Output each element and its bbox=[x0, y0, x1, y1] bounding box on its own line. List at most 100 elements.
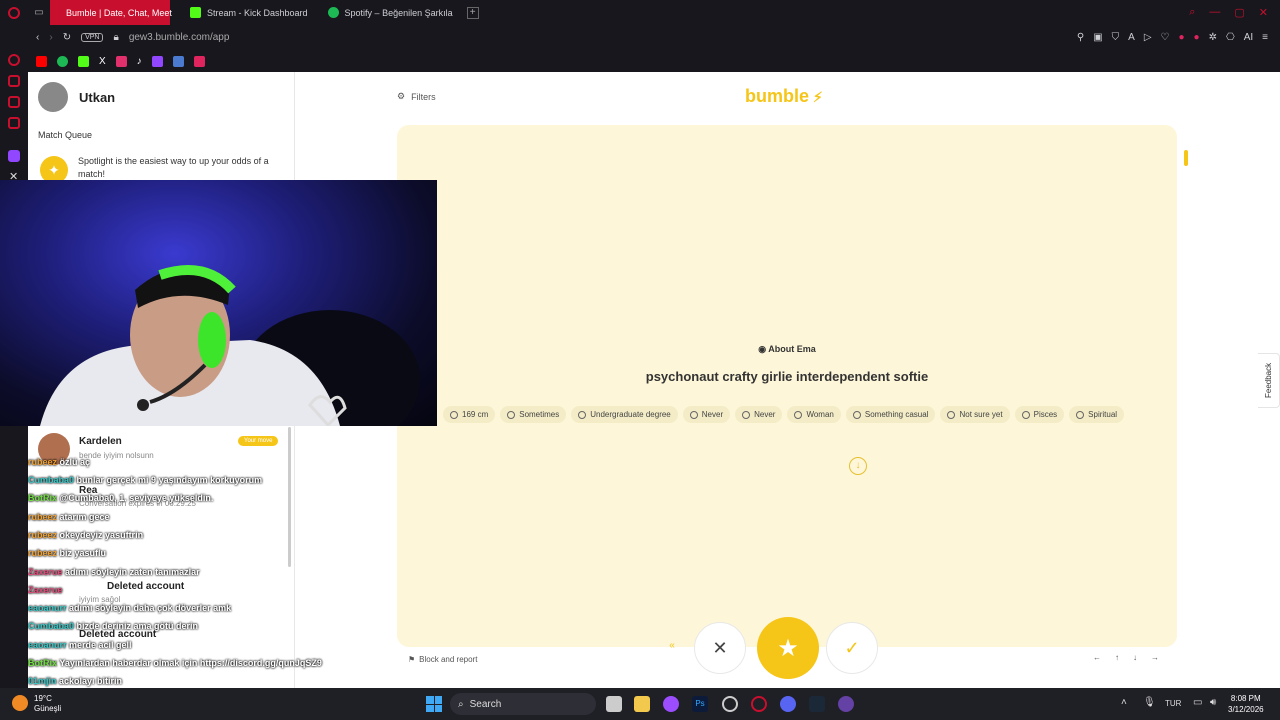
chip-star-sign: Pisces bbox=[1014, 406, 1065, 423]
conversation-name[interactable]: Deleted account bbox=[107, 581, 184, 592]
url-field[interactable]: gew3.bumble.com/app bbox=[129, 32, 230, 43]
bookmarks-bar: X ♪ bbox=[28, 50, 1280, 72]
tiktok-icon[interactable]: ♪ bbox=[137, 56, 142, 67]
maximize-icon[interactable]: ▢ bbox=[1234, 6, 1244, 19]
chip-looking-for: Something casual bbox=[845, 406, 936, 423]
x-twitter-icon[interactable]: X bbox=[99, 56, 106, 67]
forward-icon[interactable]: › bbox=[49, 32, 52, 43]
spotify-icon[interactable] bbox=[57, 55, 68, 67]
twitch-icon[interactable] bbox=[151, 55, 163, 67]
file-explorer-icon[interactable] bbox=[634, 696, 650, 712]
tab-bumble[interactable]: Bumble | Date, Chat, Meet bbox=[50, 0, 172, 25]
gx-icon[interactable] bbox=[8, 117, 20, 129]
wallet-icon[interactable]: ⎔ bbox=[1226, 32, 1235, 43]
opera-gx-icon[interactable] bbox=[751, 696, 767, 712]
up-arrow-icon: ↑ bbox=[1115, 653, 1119, 662]
streaming-app-icon[interactable] bbox=[838, 696, 854, 712]
chat-message: 01mjin ackolayı bitirin bbox=[28, 676, 123, 686]
your-move-badge: Your move bbox=[238, 436, 279, 446]
weather-condition: Güneşli bbox=[34, 704, 62, 713]
microphone-icon[interactable]: 🎙︎ bbox=[1143, 697, 1156, 708]
weather-widget[interactable]: 19°C Güneşli bbox=[34, 694, 61, 714]
menu-icon[interactable]: ≡ bbox=[1262, 32, 1268, 43]
youtube-icon[interactable] bbox=[36, 55, 47, 67]
opera-logo-icon[interactable] bbox=[0, 0, 28, 25]
conversation-snippet: bende iyiyim nolsunn bbox=[79, 451, 154, 460]
play-icon[interactable]: ▷ bbox=[1144, 32, 1152, 43]
chat-message: eaoanurr merde acil gell bbox=[28, 640, 132, 650]
history-icon[interactable] bbox=[8, 54, 20, 66]
tab-label: Stream - Kick Dashboard bbox=[207, 7, 308, 18]
instagram-icon[interactable] bbox=[115, 55, 127, 67]
snapshot-icon[interactable]: ▣ bbox=[1093, 32, 1102, 43]
pass-button[interactable]: ✕ bbox=[694, 622, 746, 674]
filters-button[interactable]: ⚙ Filters bbox=[397, 91, 436, 102]
chat-message: Zaxerue adımı söyleyin zaten tanımazlar bbox=[28, 567, 200, 577]
avatar[interactable] bbox=[38, 82, 68, 112]
right-arrow-icon: → bbox=[1151, 653, 1159, 662]
vpn-badge[interactable]: VPN bbox=[81, 33, 104, 42]
workspace-icon[interactable]: ▭ bbox=[28, 7, 50, 18]
adblock-icon[interactable]: ● bbox=[1178, 32, 1184, 43]
bookmark-icon[interactable]: ⚲ bbox=[1077, 32, 1084, 43]
search-icon[interactable]: ⌕ bbox=[1189, 6, 1195, 19]
steam-alt-icon[interactable] bbox=[722, 696, 738, 712]
network-icon[interactable]: ▭ bbox=[1193, 697, 1202, 708]
messenger-icon[interactable] bbox=[8, 96, 20, 108]
windows-start-icon[interactable] bbox=[426, 696, 442, 712]
volume-icon[interactable]: 🔊︎ bbox=[1210, 697, 1216, 708]
filters-label: Filters bbox=[411, 91, 436, 102]
chat-message: Cumbaba0 bizde deriniz ama götü derin bbox=[28, 621, 199, 631]
backtrack-button[interactable]: « bbox=[665, 638, 679, 652]
weather-icon[interactable] bbox=[12, 695, 28, 711]
chevron-up-icon[interactable]: ˄ bbox=[1121, 697, 1127, 708]
puzzle-icon[interactable]: ✲ bbox=[1209, 32, 1217, 43]
extension-icon[interactable]: ● bbox=[1194, 32, 1200, 43]
spotlight-text[interactable]: Spotlight is the easiest way to up your … bbox=[78, 155, 288, 181]
aria-icon[interactable] bbox=[8, 75, 20, 87]
scroll-down-icon[interactable]: ↓ bbox=[849, 457, 867, 475]
superswipe-button[interactable]: ★ bbox=[757, 617, 819, 679]
clock[interactable]: 8:08 PM 3/12/2026 bbox=[1228, 693, 1264, 715]
shield-icon[interactable]: ⛉ bbox=[1112, 32, 1120, 43]
lock-icon: 🔒︎ bbox=[113, 32, 119, 43]
like-button[interactable]: ✓ bbox=[826, 622, 878, 674]
kick-favicon-icon bbox=[190, 7, 201, 18]
app-icon[interactable] bbox=[663, 696, 679, 712]
card-scrollbar[interactable] bbox=[1184, 150, 1188, 166]
chip-gender: Woman bbox=[787, 406, 841, 423]
left-arrow-icon: ← bbox=[1093, 653, 1101, 662]
translate-icon[interactable]: A bbox=[1128, 32, 1135, 43]
discord-icon[interactable] bbox=[780, 696, 796, 712]
language-indicator[interactable]: TUR bbox=[1165, 699, 1181, 708]
close-icon[interactable]: ✕ bbox=[1259, 6, 1268, 19]
new-tab-button[interactable]: + bbox=[466, 6, 479, 19]
block-report-link[interactable]: ⚑ Block and report bbox=[408, 655, 477, 664]
taskbar: 19°C Güneşli ⌕ Search Ps ˄ 🎙︎ TUR ▭ 🔊︎ 8:… bbox=[0, 688, 1280, 720]
photoshop-icon[interactable]: Ps bbox=[692, 696, 708, 712]
profile-name[interactable]: Utkan bbox=[79, 90, 115, 105]
chat-message: BotRix @Cumbaba0, 1. seviyeye yükseldin. bbox=[28, 493, 214, 503]
ai-button[interactable]: AI bbox=[1244, 32, 1253, 43]
tab-spotify[interactable]: Spotify – Beğenilen Şarkıla bbox=[318, 0, 463, 25]
chip-kids: Not sure yet bbox=[940, 406, 1010, 423]
scrollbar[interactable] bbox=[288, 427, 291, 567]
task-view-icon[interactable] bbox=[606, 696, 622, 712]
minimize-icon[interactable]: — bbox=[1209, 6, 1220, 19]
date: 3/12/2026 bbox=[1228, 705, 1264, 714]
bookmark-red-icon[interactable] bbox=[193, 55, 205, 67]
steam-icon[interactable] bbox=[809, 696, 825, 712]
tab-kick[interactable]: Stream - Kick Dashboard bbox=[180, 0, 318, 25]
heart-icon[interactable]: ♡ bbox=[1161, 32, 1170, 43]
chat-message: rubeez biz yasuflu bbox=[28, 548, 107, 558]
filters-icon: ⚙ bbox=[397, 91, 406, 101]
reload-icon[interactable]: ↻ bbox=[63, 32, 71, 43]
kick-icon[interactable] bbox=[78, 55, 89, 67]
bookmark-app-icon[interactable] bbox=[172, 55, 184, 67]
back-icon[interactable]: ‹ bbox=[36, 32, 39, 43]
taskbar-search[interactable]: ⌕ Search bbox=[450, 693, 596, 715]
conversation-name[interactable]: Kardelen bbox=[79, 436, 122, 447]
profile-card[interactable]: ◉ About Ema psychonaut crafty girlie int… bbox=[397, 125, 1177, 647]
twitch-icon[interactable] bbox=[8, 150, 20, 162]
feedback-button[interactable]: Feedback bbox=[1258, 353, 1280, 408]
